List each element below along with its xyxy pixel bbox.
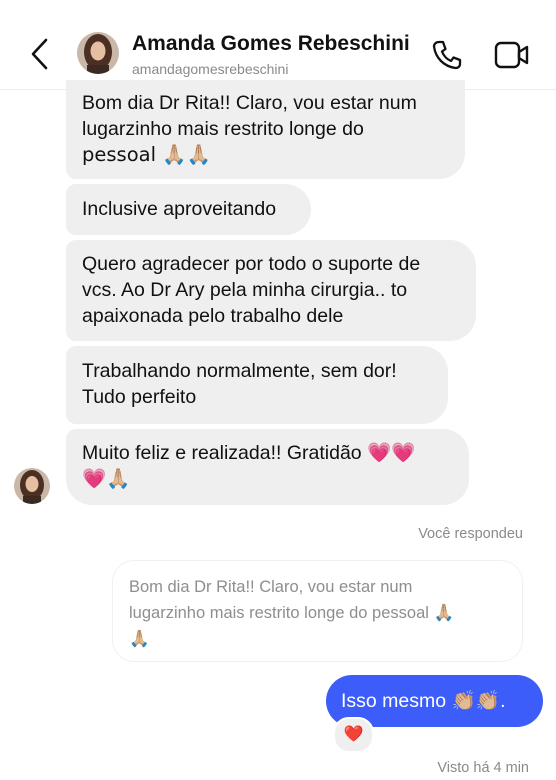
message-line: Quero agradecer por todo o suporte de — [82, 253, 421, 275]
incoming-message[interactable]: Muito feliz e realizada!! Gratidão 💗💗 💗🙏… — [66, 429, 469, 505]
quoted-message[interactable]: Bom dia Dr Rita!! Claro, vou estar num l… — [112, 560, 523, 662]
message-line: lugarzinho mais restrito longe do — [82, 118, 364, 140]
incoming-message[interactable]: Bom dia Dr Rita!! Claro, vou estar num l… — [66, 80, 465, 179]
reply-label: Você respondeu — [418, 526, 523, 542]
contact-name[interactable]: Amanda Gomes Rebeschini — [132, 32, 410, 56]
quoted-line: Bom dia Dr Rita!! Claro, vou estar num — [129, 578, 413, 596]
message-line: pessoal 🙏🏼🙏🏼 — [82, 143, 211, 166]
contact-handle: amandagomesrebeschini — [132, 61, 289, 77]
message-line: Inclusive aproveitando — [82, 198, 277, 220]
avatar[interactable] — [77, 32, 119, 74]
heart-reaction-icon[interactable]: ❤️ — [333, 717, 374, 753]
message-line: vcs. Ao Dr Ary pela minha cirurgia.. to — [82, 279, 408, 301]
back-chevron-icon[interactable] — [26, 36, 54, 72]
incoming-message[interactable]: Trabalhando normalmente, sem dor! Tudo p… — [66, 346, 448, 424]
message-line: Muito feliz e realizada!! Gratidão 💗💗 — [82, 442, 416, 464]
message-line: Tudo perfeito — [82, 386, 197, 408]
phone-icon[interactable] — [430, 38, 464, 72]
message-line: apaixonada pelo trabalho dele — [82, 305, 344, 327]
quoted-line: lugarzinho mais restrito longe do pessoa… — [129, 604, 455, 622]
seen-status: Visto há 4 min — [437, 760, 529, 776]
message-line: Bom dia Dr Rita!! Claro, vou estar num — [82, 92, 417, 114]
incoming-message[interactable]: Quero agradecer por todo o suporte de vc… — [66, 240, 476, 341]
sender-avatar[interactable] — [14, 468, 50, 504]
incoming-message[interactable]: Inclusive aproveitando — [66, 184, 311, 235]
chat-header: Amanda Gomes Rebeschini amandagomesrebes… — [0, 0, 556, 90]
quoted-line: 🙏🏼 — [129, 629, 150, 648]
message-line: 💗🙏🏼 — [82, 467, 131, 490]
video-icon[interactable] — [494, 40, 530, 70]
message-line: Trabalhando normalmente, sem dor! — [82, 360, 397, 382]
